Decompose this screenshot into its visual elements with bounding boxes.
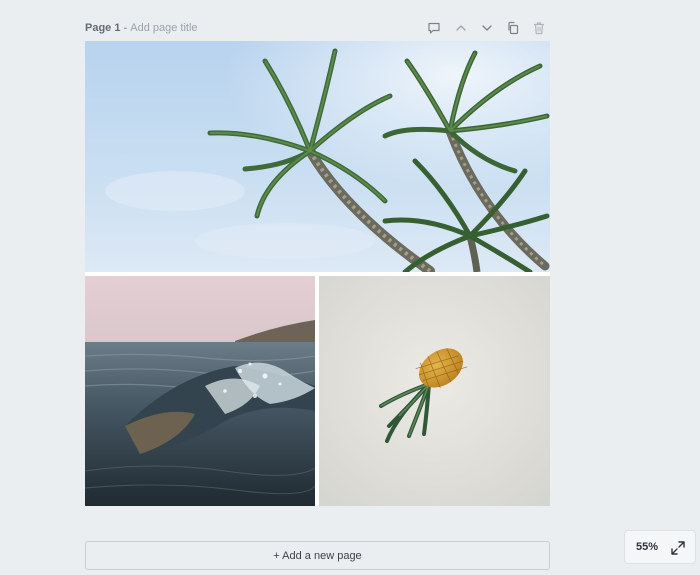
add-new-page-button[interactable]: + Add a new page xyxy=(85,541,550,570)
page-title[interactable]: Page 1 - Add page title xyxy=(85,21,198,35)
page-title-placeholder[interactable]: Add page title xyxy=(130,22,197,34)
zoom-control: 55% xyxy=(624,530,696,564)
zoom-level[interactable]: 55% xyxy=(636,541,658,554)
pineapple-image xyxy=(319,276,550,506)
chevron-up-icon xyxy=(456,25,466,31)
add-comment-button[interactable] xyxy=(423,18,445,38)
chevron-down-icon xyxy=(482,25,492,31)
page-header: Page 1 - Add page title xyxy=(85,18,550,38)
ocean-wave-photo[interactable] xyxy=(85,276,315,506)
page-label: Page 1 xyxy=(85,22,121,34)
fullscreen-button[interactable] xyxy=(669,539,687,557)
palm-trees-image xyxy=(85,41,550,272)
duplicate-page-button[interactable] xyxy=(502,18,524,38)
pineapple-photo[interactable] xyxy=(319,276,550,506)
move-page-down-button[interactable] xyxy=(476,18,498,38)
page-title-separator: - xyxy=(123,22,128,34)
comment-icon xyxy=(428,22,440,34)
trash-icon xyxy=(533,22,545,35)
palm-trees-photo[interactable] xyxy=(85,41,550,272)
add-new-page-label: + Add a new page xyxy=(273,549,362,562)
duplicate-icon xyxy=(508,21,519,35)
move-page-up-button[interactable] xyxy=(450,18,472,38)
ocean-wave-image xyxy=(85,276,315,506)
design-page[interactable] xyxy=(85,41,550,506)
expand-icon xyxy=(671,541,685,555)
delete-page-button[interactable] xyxy=(528,18,550,38)
